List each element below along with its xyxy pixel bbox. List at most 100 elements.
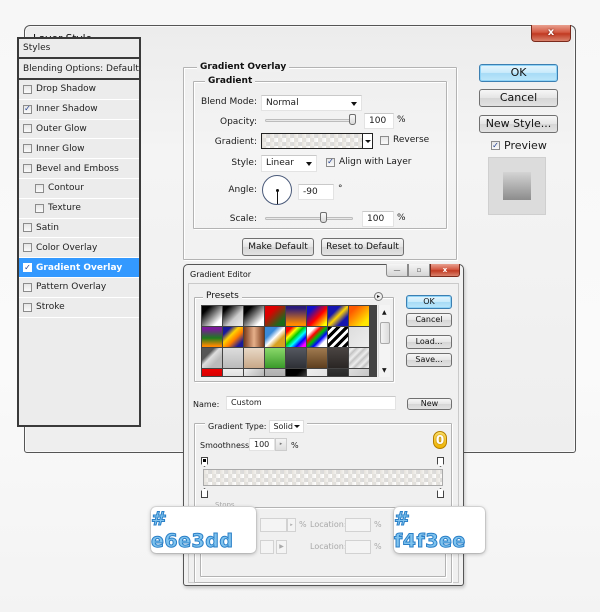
stop-color-menu[interactable]: ▶ bbox=[276, 540, 287, 554]
preset-swatch[interactable] bbox=[265, 369, 285, 376]
blend-mode-select[interactable]: Normal bbox=[261, 95, 362, 111]
minimize-button[interactable]: — bbox=[386, 264, 408, 277]
style-item-pattern-overlay[interactable]: Pattern Overlay bbox=[19, 278, 139, 298]
checkbox-icon[interactable] bbox=[23, 243, 32, 253]
preset-swatch[interactable] bbox=[349, 327, 369, 347]
preset-swatch[interactable] bbox=[202, 327, 222, 347]
checkbox-icon[interactable] bbox=[23, 124, 32, 134]
location-input-2[interactable] bbox=[345, 540, 371, 554]
make-default-button[interactable]: Make Default bbox=[242, 238, 314, 256]
scale-slider-track[interactable] bbox=[265, 217, 353, 220]
style-item-stroke[interactable]: Stroke bbox=[19, 298, 139, 318]
preset-swatch[interactable] bbox=[223, 348, 243, 368]
preset-swatch[interactable] bbox=[307, 327, 327, 347]
preset-swatch[interactable] bbox=[265, 306, 285, 326]
opacity-slider-track[interactable] bbox=[265, 119, 355, 122]
ge-cancel-button[interactable]: Cancel bbox=[406, 313, 452, 327]
preset-swatch[interactable] bbox=[328, 369, 348, 376]
checkbox-icon[interactable] bbox=[35, 203, 44, 213]
style-item-contour[interactable]: Contour bbox=[19, 179, 139, 199]
smoothness-input[interactable]: 100 bbox=[249, 438, 275, 451]
style-item-outer-glow[interactable]: Outer Glow bbox=[19, 120, 139, 140]
stop-opacity-stepper[interactable]: ▸ bbox=[287, 518, 296, 532]
name-input[interactable]: Custom bbox=[226, 396, 396, 410]
blending-options[interactable]: Blending Options: Default bbox=[19, 59, 139, 80]
preset-swatch[interactable] bbox=[349, 369, 369, 376]
close-button[interactable]: x bbox=[531, 25, 571, 42]
style-item-bevel-and-emboss[interactable]: Bevel and Emboss bbox=[19, 159, 139, 179]
preview-checkbox[interactable]: ✓ Preview bbox=[491, 139, 547, 152]
scale-slider-thumb[interactable] bbox=[319, 212, 327, 223]
style-select[interactable]: Linear bbox=[261, 155, 317, 172]
presets-scrollbar[interactable]: ▲ ▼ bbox=[378, 305, 390, 377]
angle-dial[interactable] bbox=[262, 175, 292, 205]
load-button[interactable]: Load... bbox=[406, 335, 452, 349]
preset-swatch[interactable] bbox=[286, 327, 306, 347]
checkbox-icon[interactable] bbox=[23, 144, 32, 154]
preset-swatch[interactable] bbox=[223, 369, 243, 376]
preset-swatch[interactable] bbox=[244, 327, 264, 347]
checkbox-icon[interactable]: ✓ bbox=[23, 263, 32, 273]
stop-opacity-input[interactable] bbox=[260, 518, 287, 532]
style-item-inner-shadow[interactable]: ✓ Inner Shadow bbox=[19, 100, 139, 120]
style-item-color-overlay[interactable]: Color Overlay bbox=[19, 238, 139, 259]
style-item-gradient-overlay[interactable]: ✓ Gradient Overlay bbox=[19, 258, 139, 278]
new-style-button[interactable]: New Style... bbox=[479, 115, 558, 133]
gradient-type-select[interactable]: Solid bbox=[269, 420, 305, 433]
style-item-inner-glow[interactable]: Inner Glow bbox=[19, 139, 139, 160]
style-item-drop-shadow[interactable]: Drop Shadow bbox=[19, 80, 139, 100]
preset-swatch[interactable] bbox=[328, 348, 348, 368]
preset-swatch[interactable] bbox=[349, 348, 369, 368]
maximize-button[interactable]: ▫ bbox=[408, 264, 430, 277]
styles-header[interactable]: Styles bbox=[19, 39, 139, 59]
reset-to-default-button[interactable]: Reset to Default bbox=[321, 238, 404, 256]
scroll-down-icon[interactable]: ▼ bbox=[382, 367, 387, 374]
preset-swatch[interactable] bbox=[286, 348, 306, 368]
preset-swatch[interactable] bbox=[223, 306, 243, 326]
preset-swatch[interactable] bbox=[307, 348, 327, 368]
save-button[interactable]: Save... bbox=[406, 353, 452, 367]
preset-swatch[interactable] bbox=[349, 306, 369, 326]
opacity-input[interactable]: 100 bbox=[364, 113, 394, 129]
scroll-up-icon[interactable]: ▲ bbox=[382, 309, 387, 316]
angle-input[interactable]: -90 bbox=[298, 184, 334, 200]
new-button[interactable]: New bbox=[407, 398, 452, 410]
preset-swatch[interactable] bbox=[307, 369, 327, 376]
opacity-slider-thumb[interactable] bbox=[349, 114, 356, 125]
checkbox-icon[interactable] bbox=[23, 282, 32, 292]
scale-input[interactable]: 100 bbox=[362, 211, 394, 227]
presets-menu-button[interactable]: ▸ bbox=[374, 292, 383, 301]
cancel-button[interactable]: Cancel bbox=[479, 89, 558, 107]
preset-swatch[interactable] bbox=[244, 348, 264, 368]
preset-swatch[interactable] bbox=[244, 369, 264, 376]
checkbox-icon[interactable] bbox=[23, 302, 32, 312]
checkbox-icon[interactable] bbox=[23, 84, 32, 94]
preset-swatch[interactable] bbox=[307, 306, 327, 326]
checkbox-icon[interactable] bbox=[35, 183, 44, 193]
close-button[interactable]: x bbox=[430, 264, 460, 277]
scrollbar-thumb[interactable] bbox=[380, 322, 390, 344]
preset-swatch[interactable] bbox=[328, 327, 348, 347]
ge-ok-button[interactable]: OK bbox=[406, 295, 452, 309]
preset-swatch[interactable] bbox=[286, 369, 306, 376]
stop-color-swatch[interactable] bbox=[260, 540, 274, 554]
preset-swatch[interactable] bbox=[328, 306, 348, 326]
location-input-1[interactable] bbox=[345, 518, 371, 532]
ok-button[interactable]: OK bbox=[479, 64, 558, 82]
preset-swatch[interactable] bbox=[223, 327, 243, 347]
align-with-layer-checkbox[interactable]: ✓ Align with Layer bbox=[326, 157, 411, 167]
checkbox-icon[interactable] bbox=[23, 164, 32, 174]
smoothness-stepper[interactable]: ▸ bbox=[275, 438, 287, 451]
preset-swatch[interactable] bbox=[265, 327, 285, 347]
checkbox-icon[interactable]: ✓ bbox=[23, 104, 32, 114]
gradient-dropdown-button[interactable] bbox=[363, 133, 373, 149]
checkbox-icon[interactable] bbox=[23, 223, 32, 233]
preset-swatch[interactable] bbox=[286, 306, 306, 326]
preset-swatch[interactable] bbox=[265, 348, 285, 368]
style-item-texture[interactable]: Texture bbox=[19, 199, 139, 219]
preset-swatch[interactable] bbox=[202, 369, 222, 376]
preset-swatch[interactable] bbox=[202, 306, 222, 326]
preset-swatch[interactable] bbox=[202, 348, 222, 368]
style-item-satin[interactable]: Satin bbox=[19, 219, 139, 239]
reverse-checkbox[interactable]: Reverse bbox=[380, 135, 429, 145]
